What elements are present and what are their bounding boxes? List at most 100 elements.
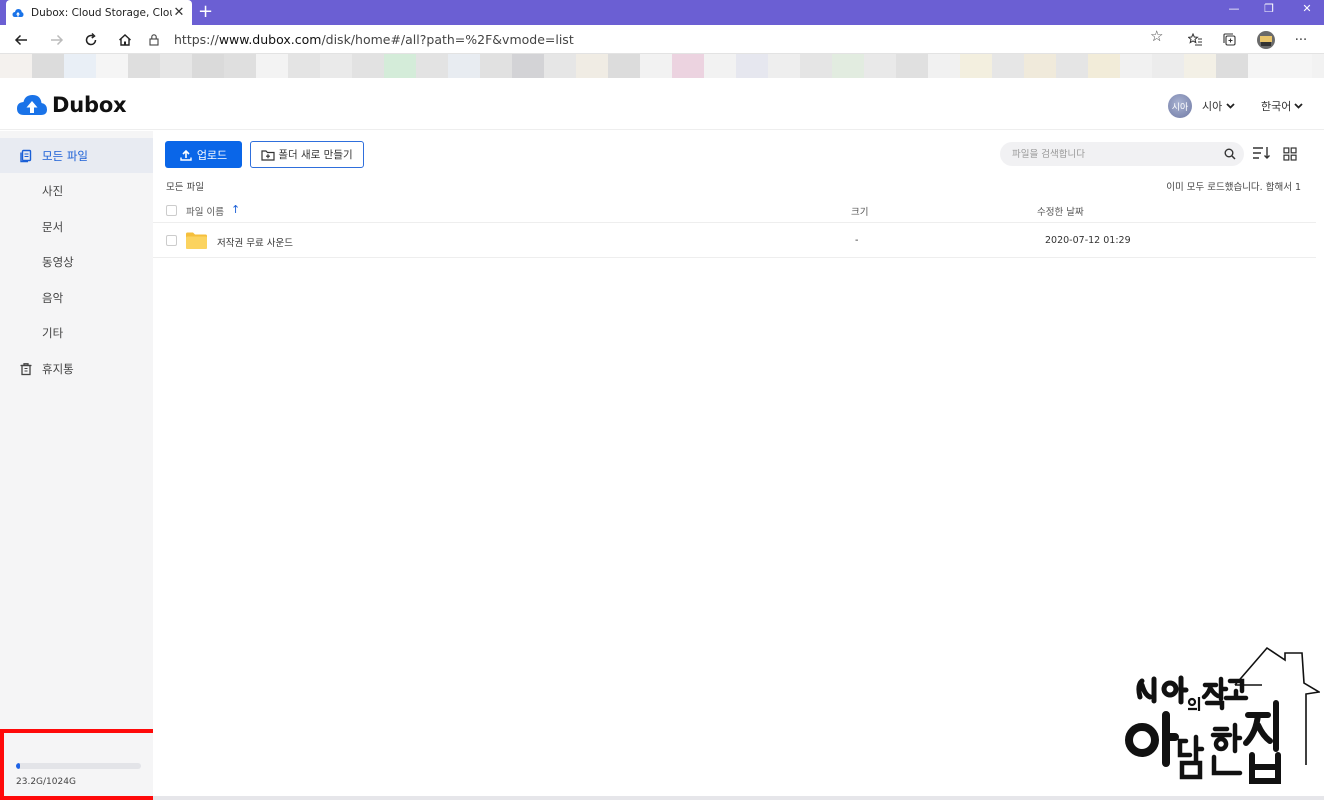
bookmark-item[interactable]	[32, 54, 64, 78]
url-path: /disk/home#/all?path=%2F&vmode=list	[321, 32, 574, 47]
sidebar-item-label: 휴지통	[42, 361, 74, 376]
restore-button[interactable]: ❐	[1254, 0, 1284, 20]
file-name[interactable]: 저작권 무료 사운드	[217, 235, 293, 249]
language-label: 한국어	[1261, 100, 1292, 113]
bookmark-item[interactable]	[800, 54, 832, 78]
favorites-list-icon[interactable]	[1184, 29, 1206, 51]
bookmark-item[interactable]	[128, 54, 160, 78]
sort-icon[interactable]	[1252, 145, 1272, 165]
sidebar-item-trash[interactable]: 휴지통	[0, 351, 153, 386]
breadcrumb[interactable]: 모든 파일	[166, 179, 204, 193]
url-prefix: https://	[174, 32, 219, 47]
sort-arrow-up-icon[interactable]: ↑	[231, 203, 240, 216]
url-field[interactable]: https://www.dubox.com/disk/home#/all?pat…	[148, 28, 1175, 51]
bookmark-item[interactable]	[1216, 54, 1248, 78]
bookmark-item[interactable]	[384, 54, 416, 78]
table-row[interactable]: 저작권 무료 사운드 - 2020-07-12 01:29	[153, 224, 1316, 258]
sidebar-item-music[interactable]: 음악	[0, 280, 153, 315]
bookmark-item[interactable]	[288, 54, 320, 78]
search-icon[interactable]	[1224, 148, 1236, 160]
close-window-button[interactable]: ✕	[1292, 0, 1322, 20]
bookmark-item[interactable]	[1280, 54, 1312, 78]
folder-icon	[186, 232, 207, 252]
sidebar-item-documents[interactable]: 문서	[0, 209, 153, 244]
forward-icon[interactable]	[46, 29, 68, 51]
row-checkbox[interactable]	[166, 235, 177, 246]
sidebar-item-label: 음악	[42, 290, 64, 305]
storage-progress-bar	[16, 763, 141, 769]
bookmark-item[interactable]	[224, 54, 256, 78]
new-folder-icon	[261, 149, 275, 161]
address-bar: https://www.dubox.com/disk/home#/all?pat…	[0, 25, 1324, 54]
bookmark-item[interactable]	[992, 54, 1024, 78]
bookmark-item[interactable]	[0, 54, 32, 78]
bookmark-item[interactable]	[864, 54, 896, 78]
bookmark-item[interactable]	[256, 54, 288, 78]
bookmark-item[interactable]	[768, 54, 800, 78]
logo-text: Dubox	[52, 93, 127, 117]
dubox-logo[interactable]: Dubox	[16, 93, 127, 117]
bookmark-item[interactable]	[480, 54, 512, 78]
bookmark-item[interactable]	[96, 54, 128, 78]
select-all-checkbox[interactable]	[166, 205, 177, 216]
more-options-icon[interactable]: ···	[1290, 29, 1312, 51]
bookmark-item[interactable]	[64, 54, 96, 78]
new-tab-button[interactable]: +	[198, 1, 213, 23]
collections-icon[interactable]	[1219, 29, 1241, 51]
upload-button[interactable]: 업로드	[165, 141, 242, 168]
sidebar-item-photos[interactable]: 사진	[0, 173, 153, 208]
grid-view-icon[interactable]	[1283, 146, 1297, 165]
bookmark-item[interactable]	[608, 54, 640, 78]
bookmark-item[interactable]	[192, 54, 224, 78]
browser-tab[interactable]: Dubox: Cloud Storage, Cloud Ba ✕	[6, 0, 192, 25]
table-header: 파일 이름 ↑ 크기 수정한 날짜	[153, 197, 1316, 223]
home-icon[interactable]	[114, 29, 136, 51]
back-icon[interactable]	[10, 29, 32, 51]
bookmarks-bar	[0, 54, 1324, 78]
sidebar-item-other[interactable]: 기타	[0, 315, 153, 350]
bookmark-item[interactable]	[704, 54, 736, 78]
horizontal-scrollbar[interactable]	[153, 796, 1324, 800]
storage-highlight-box: 23.2G/1024G	[0, 729, 157, 800]
new-folder-button[interactable]: 폴더 새로 만들기	[250, 141, 364, 168]
storage-progress-fill	[16, 763, 20, 769]
bookmark-item[interactable]	[960, 54, 992, 78]
bookmark-item[interactable]	[160, 54, 192, 78]
column-header-modified[interactable]: 수정한 날짜	[1037, 204, 1084, 218]
search-input[interactable]	[1012, 148, 1224, 160]
tab-title: Dubox: Cloud Storage, Cloud Ba	[31, 6, 172, 19]
bookmark-item[interactable]	[832, 54, 864, 78]
bookmark-item[interactable]	[928, 54, 960, 78]
load-status-text: 이미 모두 로드했습니다. 합해서 1	[1166, 182, 1301, 193]
bookmark-item[interactable]	[512, 54, 544, 78]
user-menu[interactable]: 시아 시아	[1168, 94, 1235, 118]
bookmark-item[interactable]	[320, 54, 352, 78]
bookmark-item[interactable]	[1088, 54, 1120, 78]
bookmark-item[interactable]	[1152, 54, 1184, 78]
column-header-size[interactable]: 크기	[851, 204, 868, 218]
bookmark-item[interactable]	[640, 54, 672, 78]
bookmark-item[interactable]	[416, 54, 448, 78]
bookmark-item[interactable]	[448, 54, 480, 78]
sidebar-item-label: 사진	[42, 183, 64, 198]
bookmark-item[interactable]	[896, 54, 928, 78]
profile-avatar-icon[interactable]	[1255, 29, 1277, 51]
bookmark-item[interactable]	[352, 54, 384, 78]
language-selector[interactable]: 한국어	[1261, 98, 1304, 114]
column-header-name[interactable]: 파일 이름	[186, 204, 224, 218]
bookmark-item[interactable]	[1248, 54, 1280, 78]
avatar: 시아	[1168, 94, 1192, 118]
minimize-button[interactable]: —	[1219, 0, 1249, 20]
bookmark-item[interactable]	[1056, 54, 1088, 78]
sidebar-item-videos[interactable]: 동영상	[0, 244, 153, 279]
bookmark-item[interactable]	[544, 54, 576, 78]
bookmark-item[interactable]	[672, 54, 704, 78]
bookmark-item[interactable]	[736, 54, 768, 78]
sidebar-item-all-files[interactable]: 모든 파일	[0, 138, 153, 173]
refresh-icon[interactable]	[80, 29, 102, 51]
bookmark-item[interactable]	[1184, 54, 1216, 78]
tab-close-icon[interactable]: ✕	[172, 5, 186, 20]
bookmark-item[interactable]	[1024, 54, 1056, 78]
bookmark-item[interactable]	[1120, 54, 1152, 78]
bookmark-item[interactable]	[576, 54, 608, 78]
